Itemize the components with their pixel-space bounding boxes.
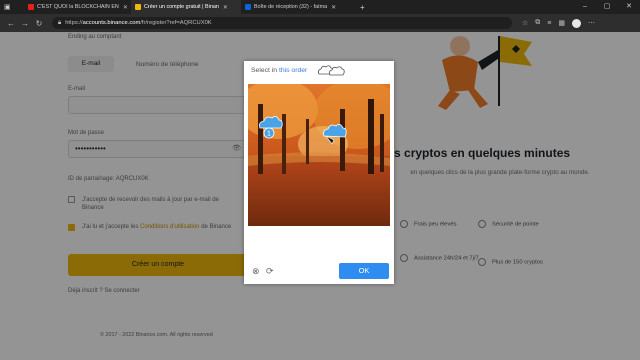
close-tab-icon[interactable]: ✕ (223, 4, 228, 11)
url-prefix: https:// (65, 20, 83, 26)
tab-binance[interactable]: Créer un compte gratuit | Binan ✕ (131, 0, 241, 14)
close-window-button[interactable]: ✕ (618, 0, 640, 14)
browser-window: ▣ C'EST QUOI la BLOCKCHAIN EN ✕ Créer un… (0, 0, 640, 360)
close-icon[interactable]: ⊗ (252, 266, 260, 277)
url-host: accounts.binance.com (82, 20, 141, 26)
url-path: /fr/register?ref=AQRCUX0K (140, 20, 212, 26)
tab-title: Créer un compte gratuit | Binan (144, 4, 219, 10)
forward-button[interactable]: → (18, 19, 32, 28)
minimize-button[interactable]: – (574, 0, 596, 14)
settings-more-icon[interactable]: ⋯ (588, 19, 595, 27)
cloud-hint-icon (317, 65, 345, 76)
tab-actions-menu[interactable]: ▣ (0, 0, 24, 14)
captcha-instruction: Select in this order (251, 67, 307, 74)
outlook-icon (245, 4, 251, 10)
tab-outlook[interactable]: Boîte de réception (32) - fatma ✕ (241, 0, 354, 14)
youtube-icon (28, 4, 34, 10)
refresh-icon[interactable]: ⟳ (266, 266, 274, 277)
captcha-dialog: Select in this order 1 ⊗ ⟳ OK (244, 61, 394, 284)
extensions-icon[interactable]: ⧉ (535, 19, 540, 27)
binance-icon (135, 4, 141, 10)
lock-icon: 🔒︎ (58, 19, 62, 26)
toolbar-icons: ☆ ⧉ ≡ ▦ ⋯ (522, 18, 595, 28)
address-bar[interactable]: 🔒︎ https:// accounts.binance.com /fr/reg… (52, 17, 512, 29)
collections-icon[interactable]: ▦ (558, 19, 565, 27)
close-tab-icon[interactable]: ✕ (123, 4, 128, 11)
favorites-icon[interactable]: ≡ (547, 20, 551, 27)
maximize-button[interactable]: ▢ (596, 0, 618, 14)
back-button[interactable]: ← (4, 19, 18, 28)
tab-strip: ▣ C'EST QUOI la BLOCKCHAIN EN ✕ Créer un… (0, 0, 640, 14)
tab-actions-icon: ▣ (4, 4, 11, 11)
new-tab-button[interactable]: + (360, 3, 365, 12)
captcha-ok-button[interactable]: OK (339, 263, 389, 279)
favorite-star-icon[interactable]: ☆ (522, 19, 528, 27)
marker-number: 1 (267, 131, 271, 138)
tab-title: Boîte de réception (32) - fatma (254, 4, 328, 10)
captcha-image[interactable]: 1 (248, 84, 390, 226)
close-tab-icon[interactable]: ✕ (331, 4, 336, 11)
reload-button[interactable]: ↻ (32, 19, 46, 28)
tab-youtube[interactable]: C'EST QUOI la BLOCKCHAIN EN ✕ (24, 0, 131, 14)
window-controls: – ▢ ✕ (574, 0, 640, 14)
instruction-prefix: Select in (251, 67, 278, 74)
tab-title: C'EST QUOI la BLOCKCHAIN EN (37, 4, 119, 10)
profile-avatar[interactable] (572, 18, 581, 28)
browser-toolbar: ← → ↻ 🔒︎ https:// accounts.binance.com /… (0, 14, 640, 32)
instruction-highlight: this order (278, 67, 308, 74)
